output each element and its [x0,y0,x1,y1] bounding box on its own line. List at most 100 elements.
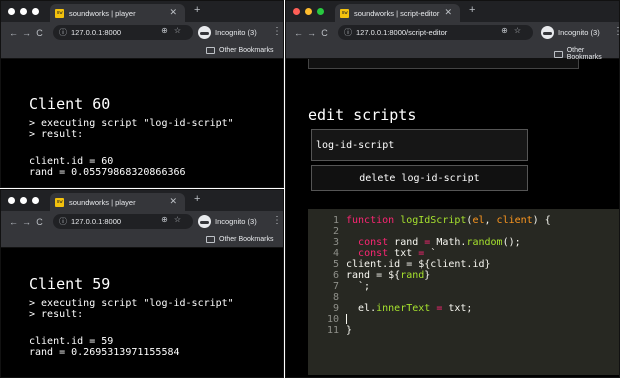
code-line[interactable]: 7 `; [308,281,370,292]
reload-icon[interactable]: C [33,28,46,38]
incognito-indicator[interactable]: Incognito (3) [541,25,600,40]
code-token: , [484,215,497,226]
code-token: (); [502,237,521,248]
code-token: client.id [430,259,485,270]
info-icon: ⓘ [59,28,67,37]
line-number: 10 [326,314,339,325]
bookmarks-bar: Other Bookmarks [286,44,619,61]
code-editor[interactable]: 1 function logIdScript(el, client) {2 3 co… [308,209,619,375]
code-line[interactable]: 1 function logIdScript(el, client) { [308,215,551,226]
code-token: function [346,215,401,226]
new-tab-icon[interactable]: + [469,4,475,16]
window-controls[interactable] [8,197,39,204]
toolbar: ← → C ⓘ 127.0.0.1:8000 ⊕☆ Incognito (3) … [1,211,283,233]
log-line: > executing script "log-id-script" [29,118,234,129]
line-number: 6 [332,270,339,281]
back-icon[interactable]: ← [292,28,305,38]
other-bookmarks[interactable]: Other Bookmarks [206,47,273,54]
code-token: = [424,237,437,248]
line-number: 5 [332,259,339,270]
address-bar[interactable]: ⓘ 127.0.0.1:8000 ⊕☆ [53,25,193,40]
tab-player[interactable]: sw soundworks | player ✕ [50,193,185,211]
line-number: 4 [332,248,339,259]
new-tab-icon[interactable]: + [194,193,200,205]
folder-icon [206,47,215,54]
code-line[interactable]: 10 [308,314,347,325]
menu-icon[interactable]: ⋮ [613,26,619,37]
code-line[interactable]: 11} [308,325,352,336]
code-line[interactable]: 2 [308,226,346,237]
incognito-icon [198,26,211,39]
code-line[interactable]: 9 el.innerText = txt; [308,303,473,314]
editor-content: edit scripts log-id-script delete log-id… [286,59,619,377]
tab-title: soundworks | player [69,8,136,18]
code-line[interactable]: 3 const rand = Math.random(); [308,237,521,248]
close-icon[interactable]: ✕ [444,7,452,18]
window-controls[interactable] [8,8,39,15]
bookmark-label: Other Bookmarks [219,236,274,243]
code-line[interactable]: 4 const txt = ` [308,248,436,259]
log-line: > executing script "log-id-script" [29,298,234,309]
incognito-icon [198,215,211,228]
back-icon[interactable]: ← [7,217,20,227]
reload-icon[interactable]: C [33,217,46,227]
tab-title: soundworks | player [69,197,136,207]
tab-player[interactable]: sw soundworks | player ✕ [50,4,185,22]
url-text: 127.0.0.1:8000 [71,217,122,226]
address-bar[interactable]: ⓘ 127.0.0.1:8000 ⊕☆ [53,214,193,229]
text-cursor [346,314,347,324]
menu-icon[interactable]: ⋮ [272,215,282,226]
tab-script-editor[interactable]: sw soundworks | script-editor ✕ [335,4,460,22]
result-line: rand = 0.2695313971155584 [29,347,180,358]
zoom-star-icons[interactable]: ⊕☆ [161,215,187,224]
tab-title: soundworks | script-editor [354,8,440,18]
player-window-bottom: sw soundworks | player ✕ + ← → C ⓘ 127.0… [0,189,284,378]
code-line[interactable]: 6 rand = ${rand} [308,270,430,281]
bookmark-label: Other Bookmarks [219,47,274,54]
toolbar: ← → C ⓘ 127.0.0.1:8000 ⊕☆ Incognito (3) … [1,22,283,44]
script-list-item[interactable]: log-id-script [311,129,528,161]
code-token: = [436,303,449,314]
code-token: client [496,215,533,226]
back-icon[interactable]: ← [7,28,20,38]
zoom-star-icons[interactable]: ⊕☆ [161,26,187,35]
window-controls[interactable] [293,8,324,15]
code-token: const [358,237,395,248]
address-bar[interactable]: ⓘ 127.0.0.1:8000/script-editor ⊕☆ [338,25,533,40]
incognito-indicator[interactable]: Incognito (3) [198,214,257,229]
line-number: 2 [332,226,339,237]
new-tab-icon[interactable]: + [194,4,200,16]
code-token: Math. [436,237,467,248]
zoom-star-icons[interactable]: ⊕☆ [501,26,527,35]
incognito-label: Incognito (3) [215,28,257,37]
code-token: } [424,270,431,281]
forward-icon[interactable]: → [20,28,33,38]
code-token: ) { [532,215,551,226]
result-line: client.id = 60 [29,156,114,167]
incognito-icon [541,26,554,39]
other-bookmarks[interactable]: Other Bookmarks [206,236,273,243]
reload-icon[interactable]: C [318,28,331,38]
menu-icon[interactable]: ⋮ [272,26,282,37]
script-editor-window: sw soundworks | script-editor ✕ + ← → C … [285,0,620,378]
forward-icon[interactable]: → [305,28,318,38]
soundworks-favicon-icon: sw [340,8,349,18]
line-number: 1 [332,215,339,226]
code-line[interactable]: 5 client.id = ${client.id} [308,259,491,270]
code-token: rand [394,237,425,248]
delete-script-button[interactable]: delete log-id-script [311,165,528,191]
previous-panel [308,59,579,69]
close-icon[interactable]: ✕ [169,7,177,18]
code-token: innerText [376,303,431,314]
forward-icon[interactable]: → [20,217,33,227]
incognito-indicator[interactable]: Incognito (3) [198,25,257,40]
folder-icon [554,50,563,58]
bookmarks-bar: Other Bookmarks [1,233,283,248]
code-line[interactable]: 8 [308,292,346,303]
close-icon[interactable]: ✕ [169,196,177,207]
line-number: 7 [332,281,339,292]
result-line: client.id = 59 [29,336,114,347]
code-token: logIdScript [400,215,467,226]
